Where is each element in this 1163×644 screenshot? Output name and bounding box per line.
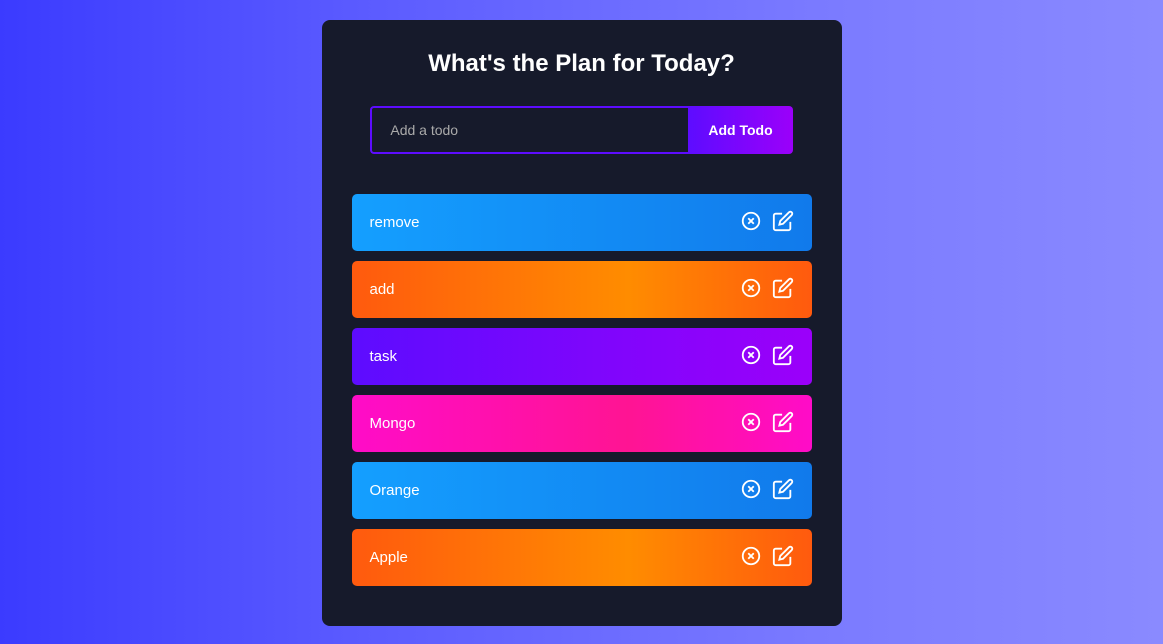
todo-actions [740, 210, 794, 235]
delete-button[interactable] [740, 478, 762, 503]
edit-button[interactable] [772, 545, 794, 570]
todo-row[interactable]: task [352, 328, 812, 385]
todo-row[interactable]: Orange [352, 462, 812, 519]
edit-icon [772, 478, 794, 503]
delete-button[interactable] [740, 411, 762, 436]
todo-actions [740, 478, 794, 503]
close-circle-icon [740, 545, 762, 570]
close-circle-icon [740, 277, 762, 302]
delete-button[interactable] [740, 344, 762, 369]
edit-button[interactable] [772, 210, 794, 235]
todo-row[interactable]: add [352, 261, 812, 318]
page-title: What's the Plan for Today? [352, 50, 812, 78]
close-circle-icon [740, 210, 762, 235]
edit-icon [772, 210, 794, 235]
todo-text: Apple [370, 549, 408, 566]
edit-button[interactable] [772, 277, 794, 302]
close-circle-icon [740, 411, 762, 436]
edit-button[interactable] [772, 411, 794, 436]
delete-button[interactable] [740, 210, 762, 235]
delete-button[interactable] [740, 545, 762, 570]
todo-actions [740, 545, 794, 570]
todo-text: remove [370, 214, 420, 231]
todo-actions [740, 344, 794, 369]
todo-list: remove add [352, 194, 812, 586]
edit-icon [772, 344, 794, 369]
todo-row[interactable]: remove [352, 194, 812, 251]
add-todo-form: Add Todo [352, 106, 812, 154]
close-circle-icon [740, 478, 762, 503]
todo-actions [740, 411, 794, 436]
todo-app-container: What's the Plan for Today? Add Todo remo… [322, 20, 842, 626]
todo-row[interactable]: Apple [352, 529, 812, 586]
edit-icon [772, 277, 794, 302]
edit-icon [772, 545, 794, 570]
edit-icon [772, 411, 794, 436]
edit-button[interactable] [772, 344, 794, 369]
todo-row[interactable]: Mongo [352, 395, 812, 452]
close-circle-icon [740, 344, 762, 369]
todo-text: Orange [370, 482, 420, 499]
add-todo-button[interactable]: Add Todo [688, 106, 792, 154]
delete-button[interactable] [740, 277, 762, 302]
todo-input[interactable] [370, 106, 688, 154]
todo-text: task [370, 348, 398, 365]
todo-text: Mongo [370, 415, 416, 432]
todo-actions [740, 277, 794, 302]
edit-button[interactable] [772, 478, 794, 503]
todo-text: add [370, 281, 395, 298]
